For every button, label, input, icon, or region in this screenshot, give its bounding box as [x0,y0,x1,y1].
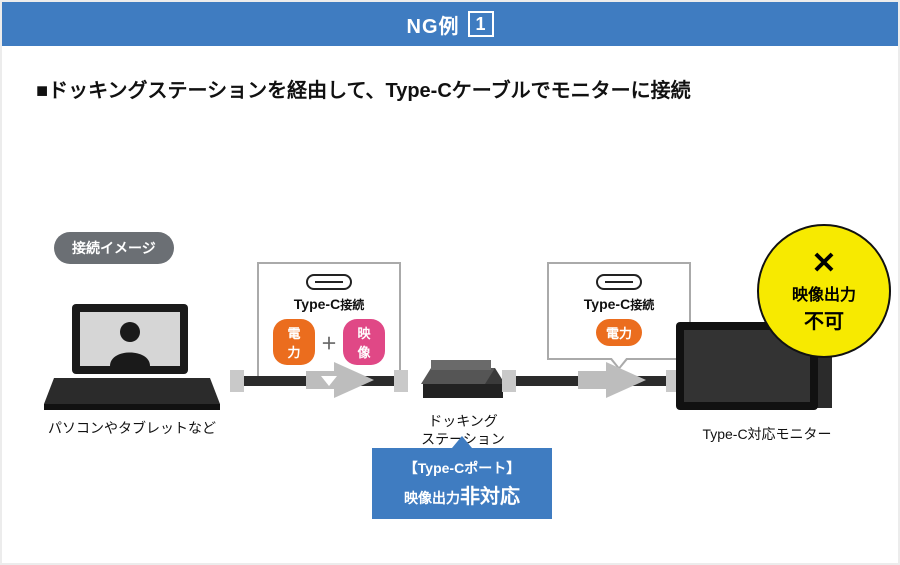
laptop-device: パソコンやタブレットなど [42,300,222,438]
note-line1: 【Type-Cポート】 [378,458,546,478]
balloon2-type-bold: Type-C [584,296,630,312]
balloon1-type-bold: Type-C [294,296,340,312]
balloon2-title: Type-C接続 [563,296,675,313]
laptop-label: パソコンやタブレットなど [42,418,222,438]
laptop-icon [44,300,220,410]
pill-power: 電力 [273,319,315,365]
balloon2-type-small: 接続 [630,298,654,312]
balloon-typec-power-video: Type-C接続 電力 ＋ 映像 [257,262,401,379]
title-number: 1 [468,11,494,37]
plug-icon [394,370,408,392]
dock-label-line1: ドッキング [428,413,498,429]
docking-station-device: ドッキング ステーション [408,354,518,448]
docking-station-icon [421,354,505,404]
plug-icon [502,370,516,392]
monitor-label: Type-C対応モニター [672,424,862,444]
balloon1-type-small: 接続 [340,298,364,312]
arrow-right-icon [606,362,646,398]
video-output-unavailable-badge: ✕ 映像出力 不可 [757,224,891,358]
pill-video: 映像 [343,319,385,365]
balloon1-pills: 電力 ＋ 映像 [273,319,385,365]
typec-port-icon [596,274,642,290]
typec-port-note: 【Type-Cポート】 映像出力非対応 [372,448,552,519]
cross-icon: ✕ [811,249,836,279]
arrow-right-icon [334,362,374,398]
circle-line1: 映像出力 [792,281,856,305]
pill-power: 電力 [596,319,642,346]
diagram-area: パソコンやタブレットなど Type-C接続 電力 ＋ 映像 ドッキング ステーシ… [32,262,872,542]
title-bar: NG例 1 [2,2,898,46]
connection-image-badge: 接続イメージ [54,232,174,264]
balloon2-pills: 電力 [563,319,675,346]
note-line2: 映像出力非対応 [378,480,546,509]
note-line2-big: 非対応 [460,486,520,508]
typec-port-icon [306,274,352,290]
title-prefix: NG例 [407,10,460,39]
balloon1-title: Type-C接続 [273,296,385,313]
note-line2-small: 映像出力 [404,490,460,506]
circle-line2: 不可 [804,305,844,334]
plus-icon: ＋ [321,330,337,354]
plug-icon [230,370,244,392]
description-text: ■ドッキングステーションを経由して、Type-Cケーブルでモニターに接続 [2,46,898,103]
balloon-typec-power: Type-C接続 電力 [547,262,691,360]
